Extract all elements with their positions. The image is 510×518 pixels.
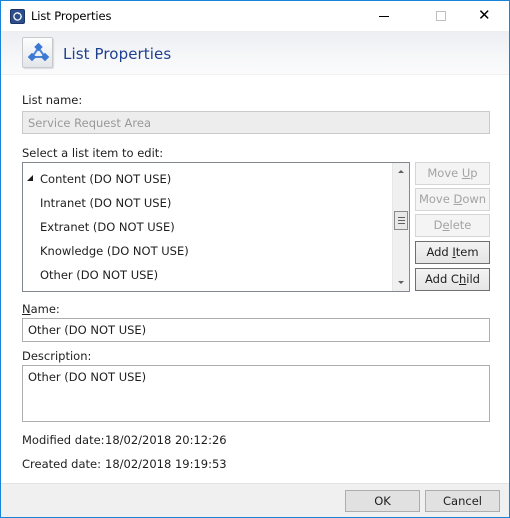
delete-button[interactable]: Delete (415, 214, 490, 237)
grip-line (398, 223, 405, 224)
tree-item-label: Content (DO NOT USE) (40, 172, 172, 186)
button-text: own (462, 192, 487, 206)
window-title: List Properties (31, 9, 112, 23)
tree-item-label: Intranet (DO NOT USE) (40, 196, 172, 210)
minimize-button[interactable] (368, 1, 414, 31)
button-text: lete (449, 218, 472, 232)
modified-date-value: 18/02/2018 20:12:26 (105, 433, 227, 447)
dialog-heading: List Properties (63, 45, 172, 63)
button-text: Add C (425, 272, 459, 286)
list-name-field: Service Request Area (22, 111, 490, 134)
move-down-button[interactable]: Move Down (415, 188, 490, 211)
expanded-triangle-icon[interactable] (27, 175, 33, 181)
scroll-down-arrow-icon (398, 281, 404, 284)
created-date-label: Created date: (22, 457, 101, 471)
accelerator-key: e (442, 218, 450, 232)
ok-button[interactable]: OK (345, 490, 420, 512)
add-child-button[interactable]: Add Child (415, 268, 490, 291)
button-text: Add (426, 245, 453, 259)
tree-item-intranet[interactable]: Intranet (DO NOT USE) (23, 192, 393, 214)
scroll-down-button[interactable] (393, 274, 409, 291)
list-name-label: List name: (22, 93, 83, 107)
move-up-button[interactable]: Move Up (415, 162, 490, 185)
name-input[interactable]: Other (DO NOT USE) (22, 318, 490, 342)
grip-line (398, 220, 405, 221)
accelerator-key: D (453, 192, 463, 206)
button-text: Move (418, 192, 454, 206)
cancel-button[interactable]: Cancel (425, 490, 500, 512)
list-item-select-label: Select a list item to edit: (22, 146, 164, 160)
add-item-button[interactable]: Add Item (415, 241, 490, 264)
scroll-up-arrow-icon (398, 170, 404, 173)
tree-item-label: Knowledge (DO NOT USE) (40, 244, 189, 258)
button-text: Move (427, 166, 462, 180)
maximize-button[interactable] (416, 1, 462, 31)
close-icon: ✕ (478, 6, 491, 24)
description-textarea[interactable]: Other (DO NOT USE) (22, 365, 490, 422)
modified-date-label: Modified date: (22, 433, 105, 447)
tree-item-knowledge[interactable]: Knowledge (DO NOT USE) (23, 240, 393, 262)
list-hierarchy-icon (22, 37, 53, 68)
name-label: Name: (22, 302, 60, 316)
title-bar[interactable]: List Properties ✕ (1, 1, 509, 31)
scrollbar-thumb[interactable] (394, 211, 408, 230)
button-text: tem (455, 245, 479, 259)
accelerator-key: N (22, 302, 31, 316)
tree-vertical-scrollbar[interactable] (392, 163, 409, 291)
tree-item-extranet[interactable]: Extranet (DO NOT USE) (23, 216, 393, 238)
app-logo-icon (10, 9, 25, 24)
list-items-tree[interactable]: Content (DO NOT USE) Intranet (DO NOT US… (22, 162, 410, 292)
minimize-icon (379, 16, 389, 17)
tree-item-content[interactable]: Content (DO NOT USE) (23, 168, 393, 190)
button-text: ild (466, 272, 480, 286)
list-properties-dialog: List Properties ✕ List Properties List n… (0, 0, 510, 518)
dialog-footer: OK Cancel (1, 483, 509, 517)
tree-item-other[interactable]: Other (DO NOT USE) (23, 264, 393, 286)
label-text: ame: (30, 302, 60, 316)
dialog-header: List Properties (1, 31, 509, 75)
created-date-value: 18/02/2018 19:19:53 (105, 457, 227, 471)
grip-line (398, 217, 405, 218)
scroll-up-button[interactable] (393, 163, 409, 180)
description-label: Description: (22, 349, 92, 363)
tree-item-label: Other (DO NOT USE) (40, 268, 159, 282)
close-button[interactable]: ✕ (462, 1, 508, 31)
button-text: p (470, 166, 478, 180)
tree-item-label: Extranet (DO NOT USE) (40, 220, 175, 234)
maximize-icon (436, 11, 446, 21)
